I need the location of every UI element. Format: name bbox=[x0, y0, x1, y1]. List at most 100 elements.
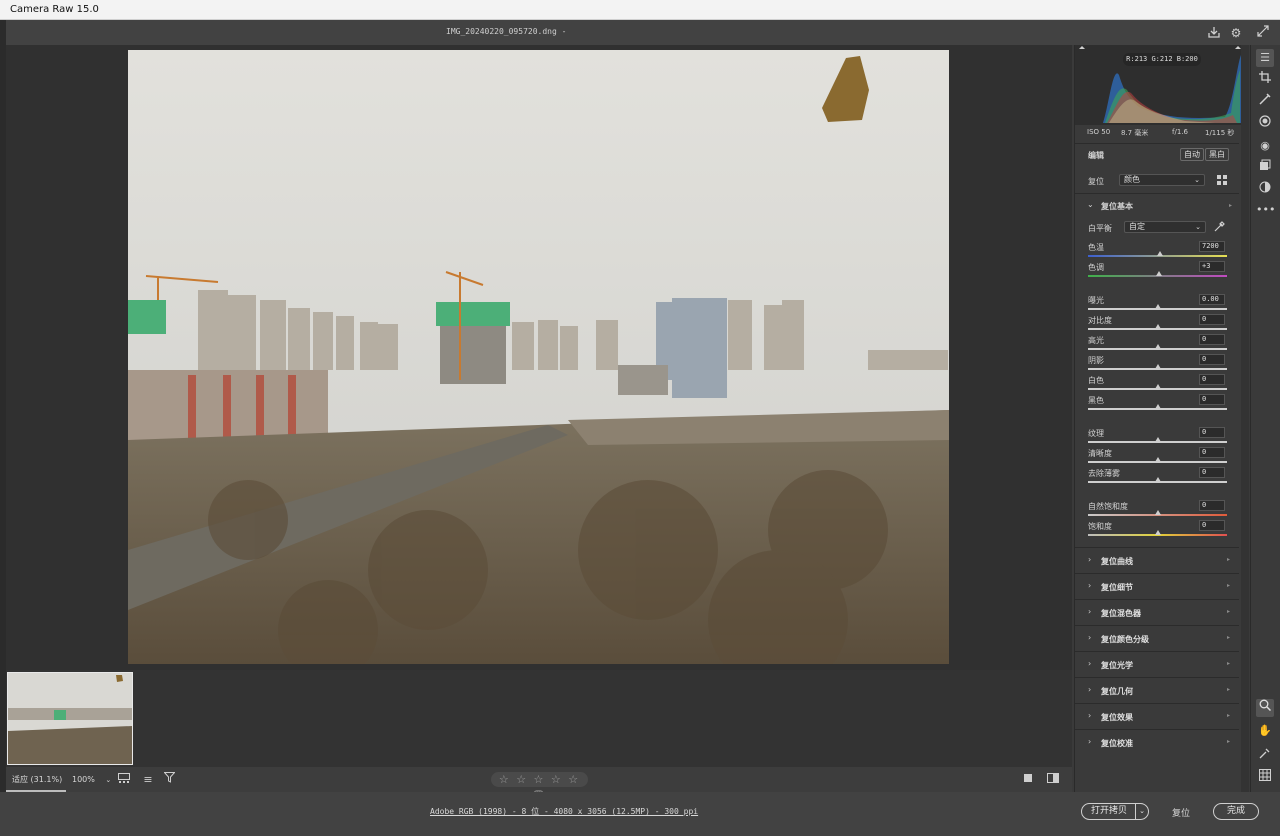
chevron-right-icon[interactable]: › bbox=[1088, 633, 1091, 642]
section-visibility-icon[interactable]: ▸ bbox=[1227, 738, 1230, 745]
shadows-value[interactable]: 0 bbox=[1199, 354, 1225, 365]
vibrance-value[interactable]: 0 bbox=[1199, 500, 1225, 511]
section-row[interactable]: › 复位细节 ▸ bbox=[1075, 573, 1239, 599]
save-icon[interactable] bbox=[1206, 25, 1222, 41]
section-visibility-icon[interactable]: ▸ bbox=[1227, 608, 1230, 615]
reset-button[interactable]: 复位 bbox=[1172, 806, 1190, 819]
section-name[interactable]: 复位细节 bbox=[1101, 582, 1133, 593]
basic-section-title[interactable]: 复位基本 bbox=[1101, 201, 1133, 212]
temp-value[interactable]: 7200 bbox=[1199, 241, 1225, 252]
gear-icon[interactable]: ⚙ bbox=[1228, 25, 1244, 41]
section-name[interactable]: 复位几何 bbox=[1101, 686, 1133, 697]
section-name[interactable]: 复位颜色分级 bbox=[1101, 634, 1149, 645]
dehaze-value[interactable]: 0 bbox=[1199, 467, 1225, 478]
masking-icon[interactable] bbox=[1256, 115, 1274, 133]
profile-dropdown[interactable]: 颜色 ⌄ bbox=[1119, 174, 1205, 186]
sort-icon[interactable]: ≡ bbox=[140, 772, 156, 788]
section-row[interactable]: › 复位光学 ▸ bbox=[1075, 651, 1239, 677]
blacks-slider-handle[interactable] bbox=[1154, 404, 1161, 409]
chevron-right-icon[interactable]: › bbox=[1088, 607, 1091, 616]
highlights-slider-handle[interactable] bbox=[1154, 344, 1161, 349]
temp-slider-handle[interactable] bbox=[1157, 251, 1164, 256]
before-after-icon[interactable] bbox=[1045, 772, 1061, 788]
bw-button[interactable]: 黑白 bbox=[1205, 148, 1229, 161]
star-rating[interactable]: ☆ ☆ ☆ ☆ ☆ 🗑 bbox=[491, 772, 588, 801]
fullscreen-icon[interactable] bbox=[1255, 25, 1271, 41]
clarity-slider-handle[interactable] bbox=[1154, 457, 1161, 462]
section-row[interactable]: › 复位校准 ▸ bbox=[1075, 729, 1239, 755]
section-name[interactable]: 复位校准 bbox=[1101, 738, 1133, 749]
eyedropper-icon[interactable] bbox=[1214, 221, 1225, 234]
chevron-right-icon[interactable]: › bbox=[1088, 555, 1091, 564]
filmstrip-toggle-icon[interactable] bbox=[116, 772, 132, 788]
filter-icon[interactable] bbox=[161, 772, 177, 788]
chevron-down-icon[interactable]: ⌄ bbox=[1135, 804, 1145, 819]
section-visibility-icon[interactable]: ▸ bbox=[1227, 686, 1230, 693]
zoom-level-dropdown[interactable]: 100% ⌄ bbox=[70, 767, 111, 792]
section-name[interactable]: 复位混色器 bbox=[1101, 608, 1141, 619]
chevron-right-icon[interactable]: › bbox=[1088, 581, 1091, 590]
done-button[interactable]: 完成 bbox=[1213, 803, 1259, 820]
section-row[interactable]: › 复位曲线 ▸ bbox=[1075, 547, 1239, 573]
open-copy-button[interactable]: 打开拷贝 ⌄ bbox=[1081, 803, 1149, 820]
presets-icon[interactable] bbox=[1256, 181, 1274, 199]
saturation-value[interactable]: 0 bbox=[1199, 520, 1225, 531]
red-eye-icon[interactable]: ◉ bbox=[1256, 137, 1274, 155]
histogram[interactable]: R:213 G:212 B:200 bbox=[1075, 45, 1241, 125]
dehaze-slider-handle[interactable] bbox=[1154, 477, 1161, 482]
section-name[interactable]: 复位光学 bbox=[1101, 660, 1133, 671]
exposure-value[interactable]: 0.00 bbox=[1199, 294, 1225, 305]
whites-value[interactable]: 0 bbox=[1199, 374, 1225, 385]
zoom-fit-button[interactable]: 适应 (31.1%) bbox=[6, 767, 66, 792]
section-visibility-icon[interactable]: ▸ bbox=[1227, 660, 1230, 667]
photo-preview[interactable] bbox=[128, 50, 949, 664]
image-canvas[interactable] bbox=[6, 45, 1072, 670]
auto-button[interactable]: 自动 bbox=[1180, 148, 1204, 161]
contrast-value[interactable]: 0 bbox=[1199, 314, 1225, 325]
profile-browser-icon[interactable] bbox=[1216, 174, 1228, 188]
section-visibility-icon[interactable]: ▸ bbox=[1229, 202, 1232, 209]
clarity-value[interactable]: 0 bbox=[1199, 447, 1225, 458]
grid-icon[interactable] bbox=[1256, 769, 1274, 787]
panel-scrollbar[interactable] bbox=[1241, 45, 1249, 792]
section-name[interactable]: 复位效果 bbox=[1101, 712, 1133, 723]
chevron-down-icon[interactable]: ⌄ bbox=[1087, 200, 1094, 209]
color-sampler-icon[interactable] bbox=[1256, 747, 1274, 765]
exposure-slider-handle[interactable] bbox=[1154, 304, 1161, 309]
section-row[interactable]: › 复位颜色分级 ▸ bbox=[1075, 625, 1239, 651]
single-view-icon[interactable] bbox=[1020, 772, 1036, 788]
hand-icon[interactable]: ✋ bbox=[1256, 722, 1274, 740]
section-row[interactable]: › 复位几何 ▸ bbox=[1075, 677, 1239, 703]
section-name[interactable]: 复位曲线 bbox=[1101, 556, 1133, 567]
workflow-options-link[interactable]: Adobe RGB (1998) - 8 位 - 4080 x 3056 (12… bbox=[430, 806, 698, 817]
vibrance-slider-handle[interactable] bbox=[1154, 510, 1161, 515]
more-options-icon[interactable]: ••• bbox=[1256, 201, 1275, 219]
tint-slider-handle[interactable] bbox=[1155, 271, 1162, 276]
highlights-value[interactable]: 0 bbox=[1199, 334, 1225, 345]
filmstrip-thumbnail[interactable] bbox=[7, 672, 133, 765]
section-visibility-icon[interactable]: ▸ bbox=[1227, 582, 1230, 589]
chevron-right-icon[interactable]: › bbox=[1088, 685, 1091, 694]
wb-dropdown[interactable]: 自定 ⌄ bbox=[1124, 221, 1206, 233]
texture-slider-handle[interactable] bbox=[1154, 437, 1161, 442]
snapshots-icon[interactable] bbox=[1256, 159, 1274, 177]
chevron-right-icon[interactable]: › bbox=[1088, 737, 1091, 746]
shadows-slider-handle[interactable] bbox=[1154, 364, 1161, 369]
texture-value[interactable]: 0 bbox=[1199, 427, 1225, 438]
zoom-icon[interactable] bbox=[1256, 699, 1274, 717]
section-row[interactable]: › 复位混色器 ▸ bbox=[1075, 599, 1239, 625]
section-row[interactable]: › 复位效果 ▸ bbox=[1075, 703, 1239, 729]
blacks-value[interactable]: 0 bbox=[1199, 394, 1225, 405]
saturation-slider-handle[interactable] bbox=[1154, 530, 1161, 535]
edit-sliders-icon[interactable]: ☰ bbox=[1256, 49, 1274, 67]
section-visibility-icon[interactable]: ▸ bbox=[1227, 712, 1230, 719]
chevron-right-icon[interactable]: › bbox=[1088, 659, 1091, 668]
healing-brush-icon[interactable] bbox=[1256, 93, 1274, 111]
tint-value[interactable]: +3 bbox=[1199, 261, 1225, 272]
contrast-slider-handle[interactable] bbox=[1154, 324, 1161, 329]
whites-slider-handle[interactable] bbox=[1154, 384, 1161, 389]
section-visibility-icon[interactable]: ▸ bbox=[1227, 634, 1230, 641]
crop-icon[interactable] bbox=[1256, 71, 1274, 89]
rating-stars[interactable]: ☆ ☆ ☆ ☆ ☆ bbox=[499, 773, 580, 786]
chevron-right-icon[interactable]: › bbox=[1088, 711, 1091, 720]
